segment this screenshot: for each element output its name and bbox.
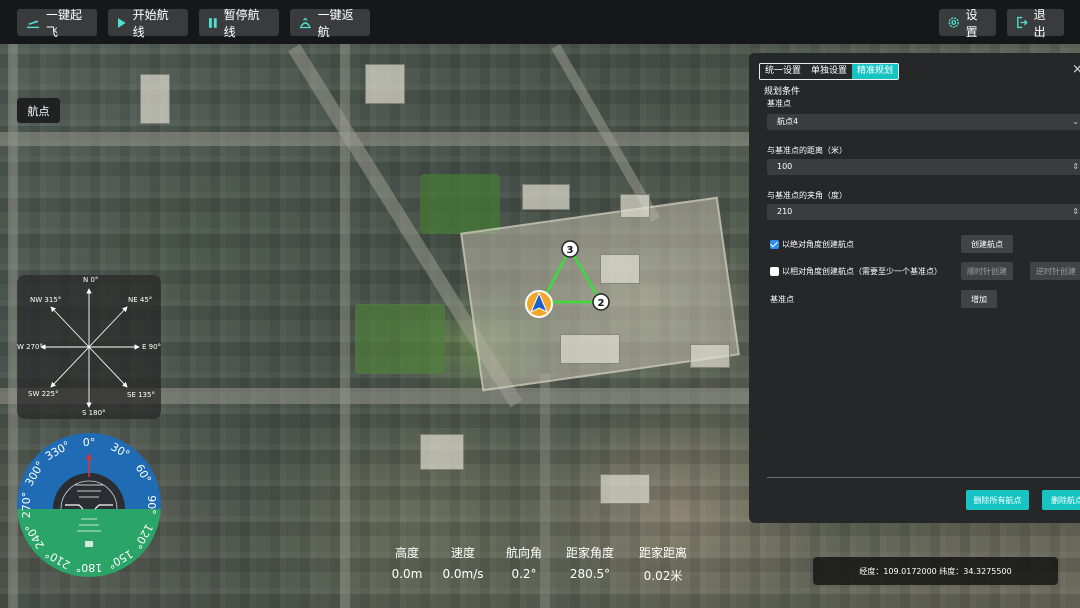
altitude-value: 0.0m: [391, 567, 423, 581]
attitude-indicator: 0° 30° 60° 90° 120° 150° 180° 210° 240° 270° 300° 3…: [17, 433, 161, 577]
altitude-label: 高度: [394, 546, 419, 560]
drone-position-icon[interactable]: [525, 290, 553, 318]
add-base-point-button[interactable]: 增加: [961, 290, 997, 308]
waypoint-number: 2: [598, 298, 605, 309]
stepper-icon[interactable]: ⇕: [1072, 204, 1079, 220]
delete-all-label: 删除所有航点: [973, 495, 1022, 505]
home-angle-value: 280.5°: [569, 567, 611, 581]
start-route-label: 开始航线: [132, 7, 169, 39]
panel-divider: [767, 477, 1080, 478]
waypoint-marker-2[interactable]: 2: [592, 293, 610, 311]
add-label: 增加: [971, 294, 987, 304]
chevron-down-icon: ⌄: [1072, 117, 1079, 126]
delete-waypoint-label: 删除航点: [1051, 495, 1080, 505]
compass-n-label: N 0°: [83, 276, 99, 284]
relative-angle-label: 以相对角度创建航点（需要至少一个基准点）: [782, 267, 942, 276]
waypoint-number: 3: [567, 245, 574, 256]
delete-waypoint-button[interactable]: 删除航点: [1042, 490, 1080, 510]
top-toolbar: 一键起飞 开始航线 暂停航线 一键返航 设置 退出: [0, 0, 1080, 44]
return-home-label: 一键返航: [317, 7, 354, 39]
stepper-icon[interactable]: ⇕: [1072, 159, 1079, 175]
heading-tick-label: 180°: [76, 561, 103, 574]
tab-individual-settings[interactable]: 单独设置: [806, 64, 853, 79]
tab-unified-settings[interactable]: 统一设置: [760, 64, 807, 79]
telemetry-home-angle: 距家角度 280.5°: [561, 544, 619, 581]
exit-icon: [1017, 16, 1028, 29]
coordinates-readout: 经度：109.0172000 纬度：34.3275500: [813, 557, 1058, 585]
waypoint-marker-3[interactable]: 3: [561, 240, 579, 258]
panel-tabs: 统一设置 单独设置 精准规划: [759, 63, 900, 80]
takeoff-button[interactable]: 一键起飞: [17, 8, 97, 39]
home-distance-value: 0.02米: [643, 569, 683, 583]
base-points-label: 基准点: [770, 295, 794, 304]
exit-label: 退出: [1033, 7, 1046, 39]
absolute-angle-label: 以绝对角度创建航点: [782, 240, 854, 249]
base-point-select[interactable]: 航点4 ⌄: [767, 114, 1080, 130]
exit-button[interactable]: 退出: [1007, 8, 1064, 39]
telemetry-heading: 航向角 0.2°: [499, 544, 549, 581]
home-angle-label: 距家角度: [565, 546, 614, 560]
distance-value: 100: [777, 162, 793, 171]
angle-label: 与基准点的夹角（度）: [767, 191, 847, 200]
heading-tick-label: 90°: [145, 495, 158, 515]
create-waypoint-button[interactable]: 创建航点: [961, 235, 1013, 253]
telemetry-speed: 速度 0.0m/s: [437, 544, 489, 581]
close-icon[interactable]: ×: [1072, 62, 1080, 77]
delete-all-waypoints-button[interactable]: 删除所有航点: [966, 490, 1029, 510]
telemetry-home-distance: 距家距离 0.02米: [634, 544, 692, 584]
create-counterclockwise-button[interactable]: 逆时针创建: [1030, 262, 1080, 280]
tab-precise-planning[interactable]: 精准规划: [852, 64, 899, 79]
distance-input[interactable]: 100 ⇕: [767, 159, 1080, 175]
pause-route-label: 暂停航线: [223, 7, 260, 39]
create-counterclockwise-label: 逆时针创建: [1036, 266, 1076, 276]
compass-e-label: E 90°: [142, 343, 162, 351]
base-point-value: 航点4: [777, 117, 799, 126]
coordinates-text: 经度：109.0172000 纬度：34.3275500: [859, 566, 1012, 576]
telemetry-altitude: 高度 0.0m: [382, 544, 432, 581]
route-segment: [568, 248, 603, 303]
takeoff-icon: [26, 19, 40, 28]
home-distance-label: 距家距离: [638, 546, 687, 560]
settings-label: 设置: [965, 7, 978, 39]
section-title: 规划条件: [764, 87, 801, 97]
heading-label: 航向角: [505, 546, 542, 560]
relative-angle-checkbox[interactable]: [770, 267, 779, 276]
create-waypoint-label: 创建航点: [971, 239, 1003, 249]
angle-value: 210: [777, 207, 793, 216]
return-home-icon: [299, 17, 311, 28]
absolute-angle-checkbox[interactable]: [770, 240, 779, 249]
gear-icon: [948, 17, 959, 28]
heading-tick-label: 0°: [83, 436, 96, 449]
compass-nw-label: NW 315°: [30, 296, 62, 304]
waypoint-chip-label: 航点: [27, 104, 50, 118]
planning-panel: 统一设置 单独设置 精准规划 × 规划条件 基准点 航点4 ⌄ 与基准点的距离（…: [749, 53, 1080, 523]
takeoff-label: 一键起飞: [46, 7, 83, 39]
start-route-button[interactable]: 开始航线: [108, 8, 188, 39]
attitude-dial: 0° 30°60°90°120°150°180°210°240°270°300°3…: [17, 433, 161, 577]
angle-input[interactable]: 210 ⇕: [767, 204, 1080, 220]
heading-value: 0.2°: [511, 567, 537, 581]
compass-rose: N 0° NE 45° E 90° SE 135° S 180° SW 225°…: [17, 275, 161, 419]
heading-tick-label: 270°: [20, 492, 33, 519]
create-clockwise-label: 顺时针创建: [967, 266, 1007, 276]
play-icon: [117, 17, 126, 28]
base-point-label: 基准点: [767, 99, 791, 108]
settings-button[interactable]: 设置: [939, 8, 996, 39]
waypoint-layer-button[interactable]: 航点: [17, 98, 60, 123]
compass-se-label: SE 135°: [127, 391, 155, 399]
create-clockwise-button[interactable]: 顺时针创建: [961, 262, 1013, 280]
compass-ne-label: NE 45°: [128, 296, 153, 304]
distance-label: 与基准点的距离（米）: [767, 146, 847, 155]
compass-sw-label: SW 225°: [28, 390, 59, 398]
pause-route-button[interactable]: 暂停航线: [199, 8, 279, 39]
pause-icon: [208, 17, 217, 28]
compass-w-label: W 270°: [17, 343, 44, 351]
return-home-button[interactable]: 一键返航: [290, 8, 370, 39]
speed-label: 速度: [450, 546, 475, 560]
compass-s-label: S 180°: [82, 409, 106, 417]
speed-value: 0.0m/s: [442, 567, 484, 581]
